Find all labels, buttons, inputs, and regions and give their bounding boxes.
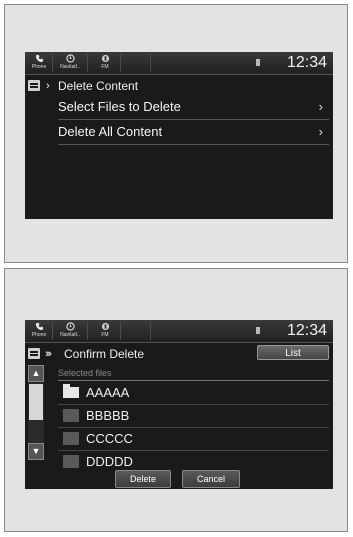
chevron-right-icon: › xyxy=(318,124,323,139)
list-item[interactable]: CCCCC xyxy=(58,428,329,451)
breadcrumb-arrow-icon: › xyxy=(46,80,50,92)
file-icon xyxy=(63,409,79,422)
display-screen: Phone NaviIatI.. FM 12:34 ››› Confirm De… xyxy=(25,320,333,489)
cancel-button[interactable]: Cancel xyxy=(182,470,240,488)
divider xyxy=(87,54,88,72)
radio-icon xyxy=(101,54,109,63)
display-screen: Phone NaviIatI.. FM 12:34 › Delete Conte… xyxy=(25,52,333,219)
divider xyxy=(150,322,151,340)
menu-item-select-files[interactable]: Select Files to Delete › xyxy=(58,95,329,120)
divider xyxy=(150,54,151,72)
compass-icon xyxy=(65,322,75,331)
file-icon xyxy=(63,432,79,445)
scroll-up-icon[interactable]: ▲ xyxy=(28,365,44,382)
phone-button[interactable]: Phone xyxy=(29,320,49,342)
navi-button[interactable]: NaviIatI.. xyxy=(56,52,84,74)
signal-icon xyxy=(256,327,260,334)
radio-icon xyxy=(101,322,109,331)
phone-icon xyxy=(35,322,43,331)
divider xyxy=(120,322,121,340)
selected-files-label: Selected files xyxy=(58,368,112,378)
list-button[interactable]: List xyxy=(257,345,329,360)
page-title: Confirm Delete xyxy=(64,347,145,361)
panel-confirm-delete: Phone NaviIatI.. FM 12:34 ››› Confirm De… xyxy=(4,268,348,532)
top-bar: Phone NaviIatI.. FM 12:34 xyxy=(25,320,333,343)
fm-button[interactable]: FM xyxy=(96,52,114,74)
list-item[interactable]: BBBBB xyxy=(58,405,329,428)
panel-delete-content: Phone NaviIatI.. FM 12:34 › Delete Conte… xyxy=(4,4,348,263)
phone-button[interactable]: Phone xyxy=(29,52,49,74)
divider xyxy=(52,54,53,72)
compass-icon xyxy=(65,54,75,63)
chevron-right-icon: › xyxy=(318,99,323,114)
folder-icon xyxy=(63,384,79,398)
scroll-thumb[interactable] xyxy=(29,384,43,420)
title-bar: › Delete Content xyxy=(25,77,333,95)
breadcrumb-arrows-icon: ››› xyxy=(45,348,52,360)
menu-icon[interactable] xyxy=(28,80,40,91)
scrollbar[interactable]: ▲ ▼ xyxy=(28,365,44,463)
file-icon xyxy=(63,455,79,468)
scroll-track[interactable] xyxy=(28,382,44,443)
divider xyxy=(58,380,329,381)
divider xyxy=(52,322,53,340)
signal-icon xyxy=(256,59,260,66)
navi-button[interactable]: NaviIatI.. xyxy=(56,320,84,342)
menu-item-delete-all[interactable]: Delete All Content › xyxy=(58,120,329,145)
fm-button[interactable]: FM xyxy=(96,320,114,342)
divider xyxy=(120,54,121,72)
scroll-down-icon[interactable]: ▼ xyxy=(28,443,44,460)
divider xyxy=(87,322,88,340)
menu-icon[interactable] xyxy=(28,348,40,359)
top-bar: Phone NaviIatI.. FM 12:34 xyxy=(25,52,333,75)
clock: 12:34 xyxy=(286,322,327,339)
delete-button[interactable]: Delete xyxy=(115,470,171,488)
page-title: Delete Content xyxy=(58,79,139,93)
clock: 12:34 xyxy=(286,54,327,71)
phone-icon xyxy=(35,54,43,63)
list-item[interactable]: AAAAA xyxy=(58,382,329,405)
